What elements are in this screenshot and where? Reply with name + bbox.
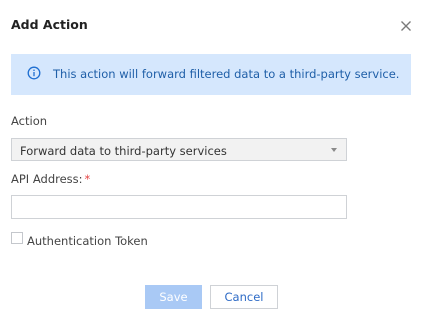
action-select-value: Forward data to third-party services xyxy=(20,144,227,158)
add-action-dialog: Add Action This action will forward filt… xyxy=(0,0,426,320)
action-select[interactable]: Forward data to third-party services xyxy=(11,138,347,161)
close-button[interactable] xyxy=(399,18,413,32)
required-mark: * xyxy=(84,172,91,186)
api-address-label: API Address: xyxy=(11,172,83,186)
caret-down-icon xyxy=(331,148,337,152)
close-icon xyxy=(401,21,411,31)
auth-token-checkbox[interactable] xyxy=(11,232,23,244)
api-address-input[interactable] xyxy=(11,195,347,219)
api-address-label-row: API Address: * xyxy=(11,172,90,186)
save-button[interactable]: Save xyxy=(145,285,202,309)
info-circle-icon xyxy=(27,66,41,80)
info-banner: This action will forward filtered data t… xyxy=(11,54,411,95)
info-text: This action will forward filtered data t… xyxy=(53,67,400,81)
cancel-button[interactable]: Cancel xyxy=(210,285,278,309)
dialog-title: Add Action xyxy=(11,17,88,32)
auth-token-label[interactable]: Authentication Token xyxy=(27,234,148,248)
action-label: Action xyxy=(11,114,48,128)
